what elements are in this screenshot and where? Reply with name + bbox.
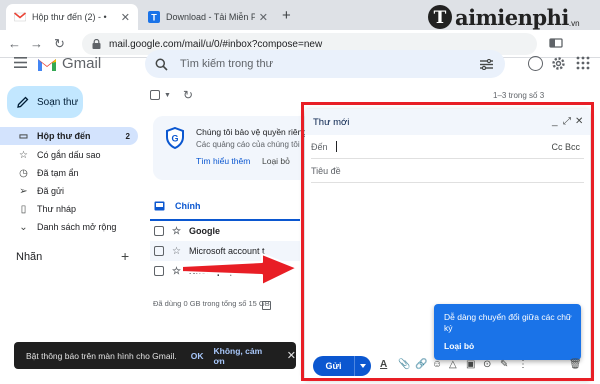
compose-button[interactable]: Soạn thư bbox=[7, 86, 83, 118]
inbox-icon: ▭ bbox=[18, 130, 29, 142]
row-checkbox[interactable] bbox=[154, 226, 164, 236]
star-icon[interactable]: ☆ bbox=[172, 226, 181, 237]
url-text: mail.google.com/mail/u/0/#inbox?compose=… bbox=[109, 38, 323, 50]
chevron-down-icon: ⌄ bbox=[19, 221, 28, 233]
refresh-icon[interactable]: ↻ bbox=[183, 88, 193, 102]
sidebar-item-label: Thư nháp bbox=[37, 204, 77, 214]
list-toolbar: ▼ ↻ bbox=[150, 88, 193, 102]
sidebar-item-label: Đã tạm ẩn bbox=[37, 168, 79, 178]
sidebar-item-more[interactable]: ⌄ Danh sách mở rộng bbox=[0, 218, 138, 236]
row-checkbox[interactable] bbox=[154, 246, 164, 256]
tab-title: Download - Tải Miễn Phí VN - Ph bbox=[166, 12, 255, 22]
select-dropdown-icon[interactable]: ▼ bbox=[164, 92, 171, 99]
tab-title: Hộp thư đến (2) - • bbox=[32, 12, 107, 22]
taimienphi-logo: T aimienphi .vn bbox=[427, 4, 580, 30]
draft-icon: ▯ bbox=[20, 203, 27, 215]
watermark-text: aimienphi bbox=[455, 4, 569, 30]
sidebar-item-sent[interactable]: ➢ Đã gửi bbox=[0, 182, 138, 200]
svg-text:T: T bbox=[434, 8, 447, 28]
pencil-icon bbox=[17, 96, 29, 108]
close-icon[interactable]: ✕ bbox=[287, 349, 296, 362]
search-options-icon[interactable] bbox=[480, 58, 493, 70]
reload-icon[interactable]: ↻ bbox=[54, 36, 65, 52]
shield-icon: G bbox=[166, 127, 184, 149]
notification-snackbar: Bật thông báo trên màn hình cho Gmail. O… bbox=[14, 342, 296, 369]
new-tab-icon[interactable]: + bbox=[282, 7, 291, 24]
tab-primary[interactable]: Chính bbox=[150, 195, 300, 217]
taimienphi-icon: T bbox=[148, 11, 160, 23]
email-sender: Google bbox=[188, 226, 220, 236]
close-tab-icon[interactable]: ✕ bbox=[259, 11, 268, 24]
email-row[interactable]: ☆ Google bbox=[150, 221, 300, 241]
star-icon: ☆ bbox=[19, 149, 28, 161]
sidebar-item-label: Hộp thư đến bbox=[37, 131, 91, 141]
labels-heading: Nhãn bbox=[16, 251, 43, 263]
sidebar-item-label: Có gắn dấu sao bbox=[37, 150, 101, 160]
row-checkbox[interactable] bbox=[154, 266, 164, 276]
gmail-icon bbox=[14, 12, 26, 22]
privacy-promo-card: G Chúng tôi bảo vệ quyền riêng Các quảng… bbox=[153, 116, 313, 180]
search-input[interactable]: Tìm kiếm trong thư bbox=[180, 58, 480, 70]
learn-more-link[interactable]: Tìm hiểu thêm bbox=[196, 156, 250, 166]
add-label-icon[interactable]: + bbox=[121, 248, 129, 264]
main-menu-icon[interactable] bbox=[14, 57, 27, 68]
taimienphi-logo-icon: T bbox=[428, 5, 452, 29]
sidebar-item-drafts[interactable]: ▯ Thư nháp bbox=[0, 200, 138, 218]
sidebar-item-inbox[interactable]: ▭ Hộp thư đến 2 bbox=[0, 127, 138, 145]
select-all-checkbox[interactable] bbox=[150, 90, 160, 100]
gmail-logo[interactable]: Gmail bbox=[37, 55, 101, 72]
watermark-suffix: .vn bbox=[568, 18, 580, 28]
tab-label: Chính bbox=[175, 201, 201, 211]
promo-title: Chúng tôi bảo vệ quyền riêng bbox=[196, 127, 308, 137]
apps-grid-icon[interactable] bbox=[576, 56, 590, 70]
svg-text:T: T bbox=[151, 13, 157, 23]
highlight-frame bbox=[301, 102, 594, 381]
snackbar-ok-button[interactable]: OK bbox=[191, 351, 204, 361]
gmail-wordmark: Gmail bbox=[62, 55, 102, 72]
sidebar-item-snoozed[interactable]: ◷ Đã tạm ẩn bbox=[0, 164, 138, 182]
snackbar-decline-button[interactable]: Không, cảm ơn bbox=[213, 346, 272, 366]
browser-tab-taimienphi[interactable]: T Download - Tải Miễn Phí VN - Ph ✕ bbox=[140, 4, 276, 30]
gmail-m-icon bbox=[38, 58, 56, 71]
promo-subtitle: Các quảng cáo của chúng tôi bbox=[196, 140, 300, 149]
clock-icon: ◷ bbox=[19, 167, 28, 179]
settings-gear-icon[interactable] bbox=[551, 56, 566, 71]
close-tab-icon[interactable]: ✕ bbox=[121, 11, 130, 24]
compose-label: Soạn thư bbox=[37, 96, 79, 108]
search-bar[interactable]: Tìm kiếm trong thư bbox=[145, 50, 505, 78]
forward-icon[interactable]: → bbox=[30, 36, 43, 51]
snackbar-message: Bật thông báo trên màn hình cho Gmail. bbox=[26, 350, 177, 361]
sidebar-item-label: Danh sách mở rộng bbox=[37, 222, 117, 232]
sidebar-item-label: Đã gửi bbox=[37, 186, 65, 196]
unread-count: 2 bbox=[125, 131, 130, 141]
search-icon[interactable] bbox=[155, 58, 168, 71]
back-icon[interactable]: ← bbox=[8, 36, 21, 51]
promo-dismiss-link[interactable]: Loại bỏ bbox=[262, 156, 290, 166]
storage-usage: Đã dùng 0 GB trong tổng số 15 GB bbox=[153, 299, 270, 308]
help-icon[interactable] bbox=[528, 56, 543, 71]
pointer-arrow-icon bbox=[181, 253, 298, 286]
tab-search-icon[interactable] bbox=[549, 36, 563, 50]
inbox-icon bbox=[154, 201, 165, 211]
browser-tab-gmail[interactable]: Hộp thư đến (2) - • ✕ bbox=[6, 4, 138, 30]
svg-text:G: G bbox=[171, 134, 178, 144]
open-storage-icon[interactable] bbox=[262, 301, 271, 310]
lock-icon bbox=[92, 39, 101, 49]
sidebar-item-starred[interactable]: ☆ Có gắn dấu sao bbox=[0, 146, 138, 164]
send-icon: ➢ bbox=[19, 185, 28, 197]
pagination-text: 1–3 trong số 3 bbox=[493, 91, 545, 100]
